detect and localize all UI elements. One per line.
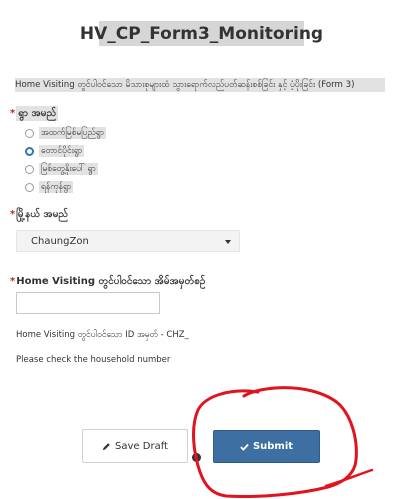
required-mark: * <box>10 275 16 287</box>
household-id-note: Home Visiting တွင်ပါဝင်သော ID အမှတ် - CH… <box>16 330 189 340</box>
radio-button[interactable] <box>25 164 34 174</box>
submit-label: Submit <box>252 441 294 452</box>
info-icon[interactable]: i <box>192 453 201 462</box>
required-mark: * <box>10 208 16 220</box>
radio-option-label: အထက်မြစ်မပြည်ရွာ <box>39 127 107 139</box>
household-warning: Please check the household number <box>16 355 171 365</box>
radio-option-3[interactable]: မြစ်တွေ့နိုးပေါ် ရွာ <box>25 162 98 176</box>
save-draft-label: Save Draft <box>115 440 168 452</box>
household-question-text: Home Visiting တွင်ပါဝင်သော အိမ်အမှတ်စဉ် <box>16 275 206 287</box>
radio-option-4[interactable]: ရန်ကုန်ရွာ <box>25 180 74 194</box>
township-select[interactable]: ChaungZon <box>16 230 240 252</box>
radio-option-label: မြစ်တွေ့နိုးပေါ် ရွာ <box>39 163 98 175</box>
save-draft-button[interactable]: Save Draft <box>82 429 188 463</box>
pencil-icon <box>102 442 111 451</box>
radio-option-label: တောင်ပိုင်းရွာ <box>39 145 85 157</box>
radio-button-selected[interactable] <box>25 146 34 156</box>
radio-button[interactable] <box>25 128 34 138</box>
village-question-text: ရွာ အမည် <box>16 105 59 121</box>
village-question-label: * ရွာ အမည် <box>10 105 59 121</box>
radio-option-label: ရန်ကုန်ရွာ <box>39 181 74 193</box>
radio-button[interactable] <box>25 182 34 192</box>
household-number-input[interactable] <box>16 292 160 314</box>
radio-option-2[interactable]: တောင်ပိုင်းရွာ <box>25 144 85 158</box>
radio-option-1[interactable]: အထက်မြစ်မပြည်ရွာ <box>25 126 107 140</box>
submit-button[interactable]: Submit <box>213 430 320 463</box>
form-title: HV_CP_Form3_Monitoring <box>80 21 323 46</box>
check-icon <box>240 443 249 451</box>
township-select-value: ChaungZon <box>31 235 89 247</box>
household-question-label: * Home Visiting တွင်ပါဝင်သော အိမ်အမှတ်စဉ… <box>10 274 205 288</box>
form-description: Home Visiting တွင်ပါဝင်သော မိသားစုများထံ… <box>15 78 385 92</box>
chevron-down-icon <box>225 240 231 244</box>
required-mark: * <box>10 107 16 119</box>
township-question-text: မြို့နယ် အမည် <box>16 208 69 220</box>
township-question-label: * မြို့နယ် အမည် <box>10 207 68 221</box>
